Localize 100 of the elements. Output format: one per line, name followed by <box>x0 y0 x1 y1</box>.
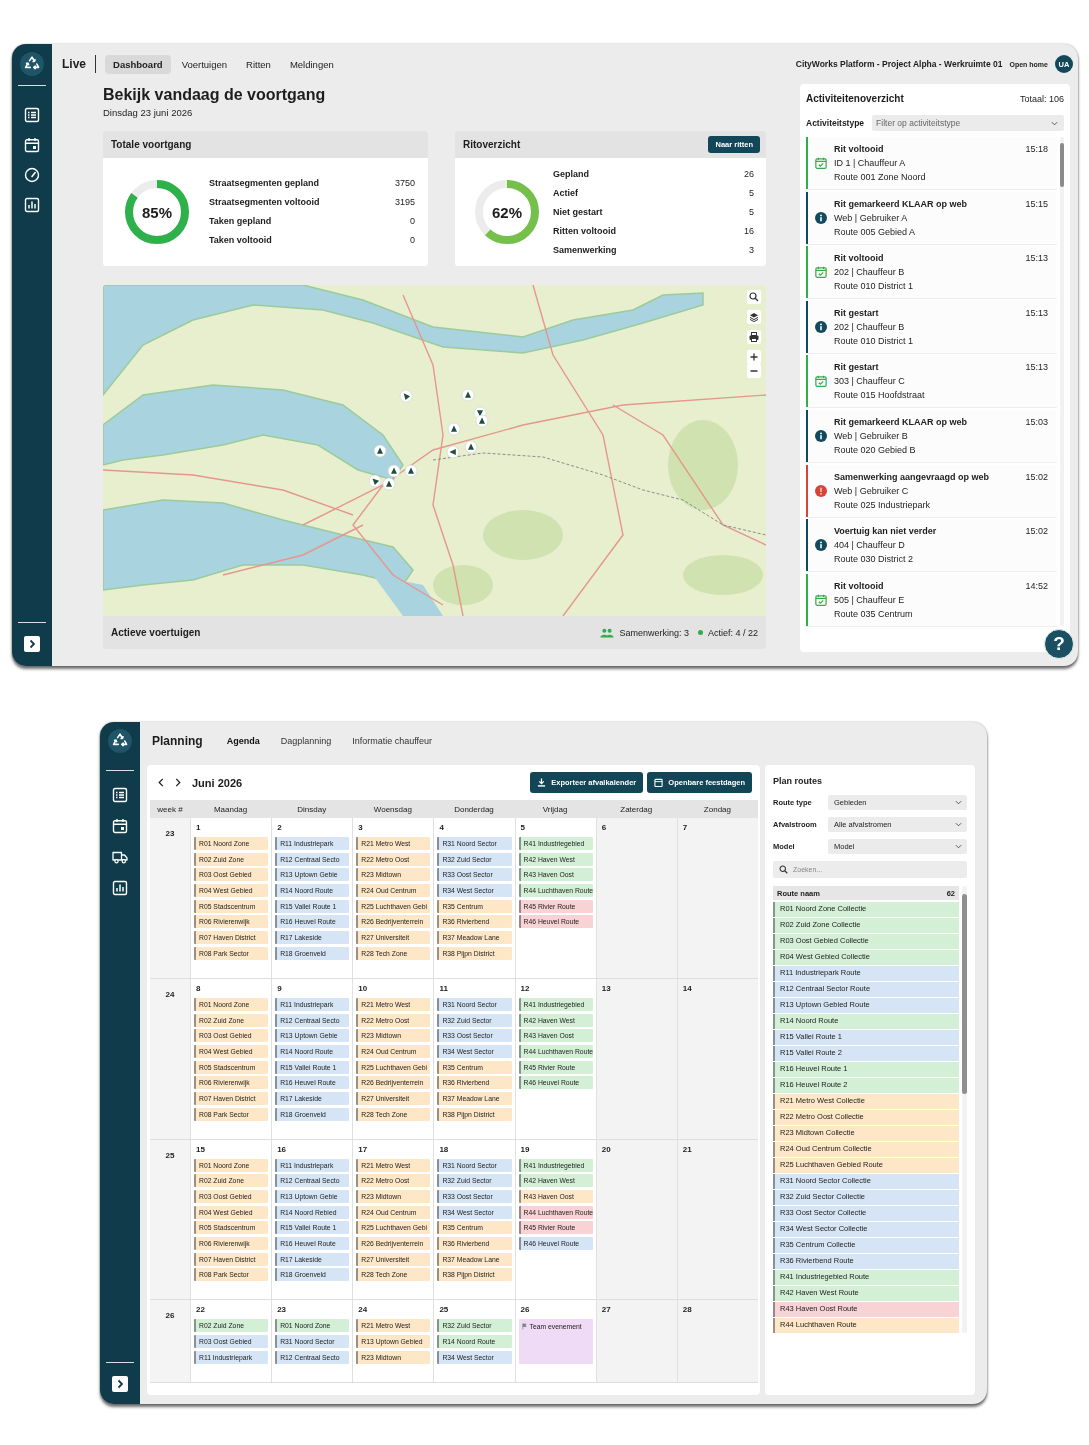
day-number: 25 <box>438 1304 450 1317</box>
status-dot-icon <box>697 630 703 635</box>
activity-detail: Route 035 Centrum <box>834 608 913 619</box>
activity-detail: Route 025 Industriepark <box>834 499 931 510</box>
column-header: Zaterdag <box>619 804 654 814</box>
caret-icon <box>955 844 962 849</box>
day-number: 28 <box>681 1304 693 1317</box>
day-cell[interactable]: 6 <box>595 818 677 978</box>
stat-value: 0 <box>410 234 415 247</box>
recycle-icon[interactable] <box>20 52 44 76</box>
stat-value: 3195 <box>394 196 415 209</box>
activity-detail: Route 030 District 2 <box>834 554 914 565</box>
stat-label: Gepland <box>553 167 589 181</box>
vehicle-marker-icon[interactable] <box>464 440 478 454</box>
column-header: Vrijdag <box>541 804 569 814</box>
info-icon <box>815 211 827 224</box>
table-icon[interactable] <box>24 107 40 123</box>
activity-detail: 202 | Chauffeur B <box>834 321 905 332</box>
tab[interactable]: Ritten <box>238 54 279 74</box>
bar-chart-icon[interactable] <box>112 880 128 896</box>
stat-value: 16 <box>744 224 754 238</box>
table-icon[interactable] <box>112 787 128 803</box>
activity-title: Rit voltooid <box>834 143 884 156</box>
caret-icon <box>955 822 962 827</box>
stat-label: Niet gestart <box>553 205 603 219</box>
chevron-right-icon[interactable] <box>112 1376 128 1392</box>
tab[interactable]: Informatie chauffeur <box>352 736 433 746</box>
activity-type-select[interactable]: Filter op activiteitstype <box>872 115 1064 131</box>
column-header: Donderdag <box>453 804 495 814</box>
panel-title: Plan routes <box>773 775 823 788</box>
day-number: 23 <box>276 1304 288 1317</box>
vehicle-marker-icon[interactable] <box>368 474 382 488</box>
stat-label: Straatsegmenten gepland <box>209 177 320 190</box>
day-number: 13 <box>600 982 612 995</box>
calendar-icon[interactable] <box>112 818 128 834</box>
recycle-icon[interactable] <box>108 729 132 753</box>
day-number: 19 <box>519 1143 531 1156</box>
day-cell[interactable]: 28 <box>676 1300 758 1383</box>
map-footer-title: Actieve voertuigen <box>111 627 201 638</box>
day-cell[interactable]: 21 <box>676 1139 758 1300</box>
truck-icon[interactable] <box>112 849 128 865</box>
printer-icon[interactable] <box>747 330 761 344</box>
day-number: 20 <box>600 1143 612 1156</box>
vehicle-marker-icon[interactable] <box>404 464 418 478</box>
day-number: 17 <box>357 1143 369 1156</box>
bar-chart-icon[interactable] <box>24 197 40 213</box>
vehicle-marker-icon[interactable] <box>475 414 489 428</box>
vehicle-marker-icon[interactable] <box>446 445 460 459</box>
people-icon <box>600 627 615 638</box>
tab[interactable]: Meldingen <box>281 54 342 74</box>
activity-detail: 202 | Chauffeur B <box>834 267 905 278</box>
tab[interactable]: Dashboard <box>105 54 171 74</box>
day-cell[interactable]: 7 <box>676 818 758 978</box>
stat-value: 5 <box>749 186 754 200</box>
help-button[interactable]: ? <box>1044 629 1074 659</box>
zoom-out-icon[interactable] <box>747 364 761 378</box>
stat-label: Straatsegmenten voltooid <box>209 196 320 209</box>
vehicle-marker-icon[interactable] <box>387 464 401 478</box>
activity-detail: Route 005 Gebied A <box>834 226 916 237</box>
chevron-left-icon[interactable] <box>158 778 164 787</box>
activity-title: Samenwerking aangevraagd op web <box>834 470 990 484</box>
activity-total: Totaal: 106 <box>1019 94 1064 104</box>
tab[interactable]: Agenda <box>226 736 260 746</box>
caret-icon <box>1051 120 1058 126</box>
vehicle-marker-icon[interactable] <box>382 477 396 491</box>
day-cell[interactable]: 14 <box>676 978 758 1139</box>
activity-detail: Web | Gebruiker A <box>834 212 908 223</box>
week-number: 23 <box>165 829 175 838</box>
tab[interactable]: Dagplanning <box>280 736 332 746</box>
calendar-icon[interactable] <box>24 137 40 153</box>
calendar-check-icon <box>815 157 827 169</box>
search-icon[interactable] <box>747 290 761 304</box>
column-header: week # <box>156 804 184 814</box>
zoom-in-icon[interactable] <box>747 350 761 364</box>
day-number: 9 <box>276 982 283 995</box>
scrollbar[interactable] <box>962 886 967 1333</box>
vehicle-marker-icon[interactable] <box>399 389 413 403</box>
activity-time: 14:52 <box>1025 579 1048 593</box>
stat-value: 5 <box>749 205 754 219</box>
activity-detail: Route 020 Gebied B <box>834 444 916 455</box>
day-cell[interactable]: 13 <box>595 978 677 1139</box>
activity-title: Rit gestart <box>834 306 879 320</box>
flag-icon <box>521 1323 527 1331</box>
chevron-right-icon[interactable] <box>175 778 181 787</box>
activity-time: 15:18 <box>1025 143 1048 156</box>
day-cell[interactable]: 27 <box>595 1300 677 1383</box>
gauge-icon[interactable] <box>24 167 40 183</box>
vehicle-marker-icon[interactable] <box>373 444 387 458</box>
vehicle-marker-icon[interactable] <box>447 422 461 436</box>
activity-detail: 505 | Chauffeur E <box>834 594 905 605</box>
activity-time: 15:02 <box>1025 470 1048 484</box>
vehicle-marker-icon[interactable] <box>461 388 475 402</box>
activity-detail: 404 | Chauffeur D <box>834 540 905 551</box>
layers-icon[interactable] <box>747 310 761 324</box>
day-number: 22 <box>195 1304 206 1317</box>
day-cell[interactable]: 20 <box>595 1139 677 1300</box>
stat-label: Ritten voltooid <box>553 224 616 238</box>
chevron-right-icon[interactable] <box>24 636 40 652</box>
stat-value: 3750 <box>394 177 415 190</box>
tab[interactable]: Voertuigen <box>173 54 236 74</box>
